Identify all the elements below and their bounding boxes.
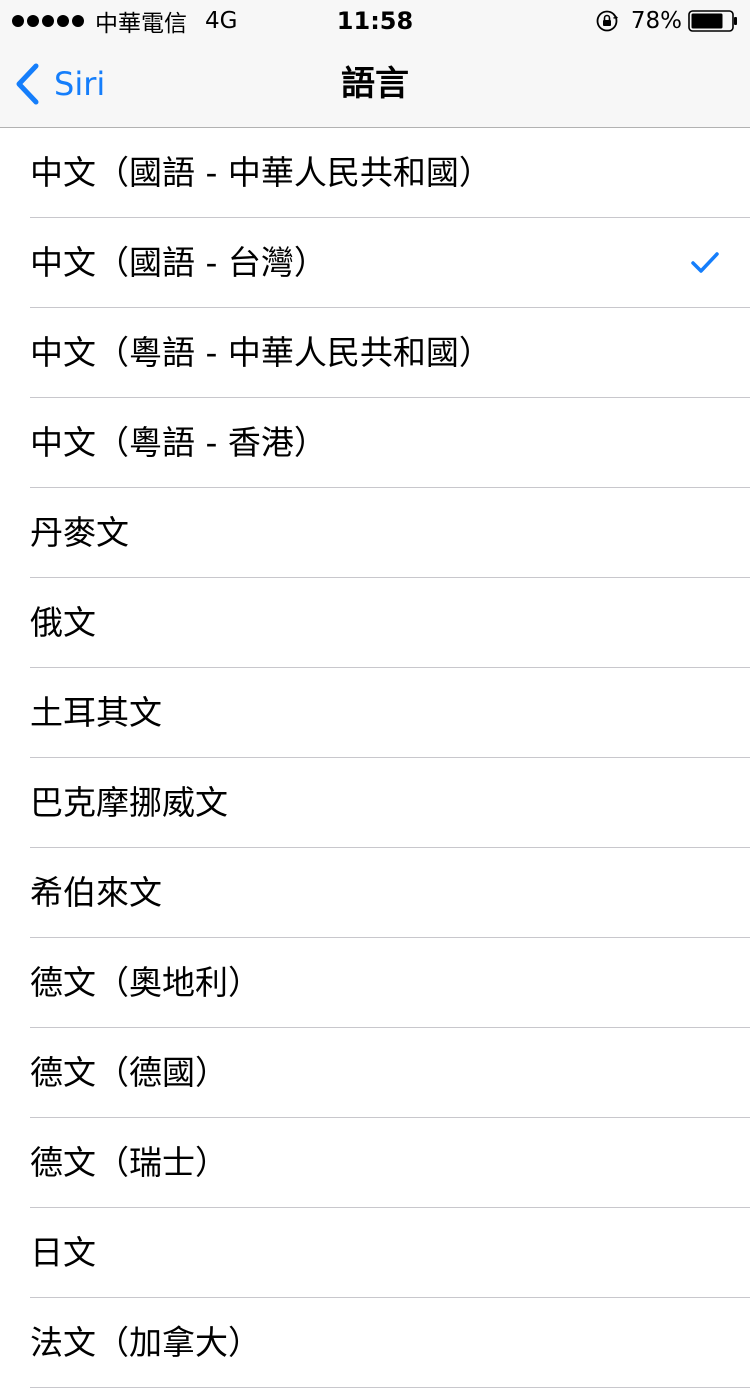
language-label: 俄文 [30,603,96,642]
list-item[interactable]: 希伯來文 [0,848,750,938]
battery-icon [688,10,737,32]
list-item[interactable]: 俄文 [0,578,750,668]
language-label: 希伯來文 [30,873,162,912]
list-item[interactable]: 日文 [0,1208,750,1298]
status-bar: 中華電信 4G 11:58 78% [0,0,750,40]
language-label: 法文（加拿大） [30,1323,261,1362]
list-item-selected[interactable]: 中文（國語 - 台灣） [0,218,750,308]
language-label: 日文 [30,1233,96,1272]
language-label: 丹麥文 [30,513,129,552]
list-item[interactable]: 法文（加拿大） [0,1298,750,1388]
status-right: 78% [595,7,738,35]
language-label: 德文（德國） [30,1053,228,1092]
list-item[interactable]: 德文（奧地利） [0,938,750,1028]
checkmark-icon [691,252,719,273]
language-list: 中文（國語 - 中華人民共和國） 中文（國語 - 台灣） 中文（粵語 - 中華人… [0,128,750,1388]
language-label: 中文（國語 - 台灣） [30,243,327,282]
language-label: 德文（瑞士） [30,1143,228,1182]
list-item[interactable]: 丹麥文 [0,488,750,578]
language-label: 中文（粵語 - 香港） [30,423,327,462]
list-item[interactable]: 德文（德國） [0,1028,750,1118]
language-label: 土耳其文 [30,693,162,732]
navigation-bar: Siri 語言 [0,40,750,128]
list-item[interactable]: 德文（瑞士） [0,1118,750,1208]
language-label: 德文（奧地利） [30,963,261,1002]
orientation-lock-icon [596,10,619,32]
language-label: 巴克摩挪威文 [30,783,228,822]
list-item[interactable]: 中文（粵語 - 香港） [0,398,750,488]
page-title: 語言 [341,64,409,104]
list-item[interactable]: 中文（國語 - 中華人民共和國） [0,128,750,218]
battery-percent: 78% [630,8,682,34]
list-item[interactable]: 巴克摩挪威文 [0,758,750,848]
list-item[interactable]: 土耳其文 [0,668,750,758]
language-label: 中文（粵語 - 中華人民共和國） [30,333,492,372]
list-item[interactable]: 中文（粵語 - 中華人民共和國） [0,308,750,398]
language-label: 中文（國語 - 中華人民共和國） [30,153,492,192]
